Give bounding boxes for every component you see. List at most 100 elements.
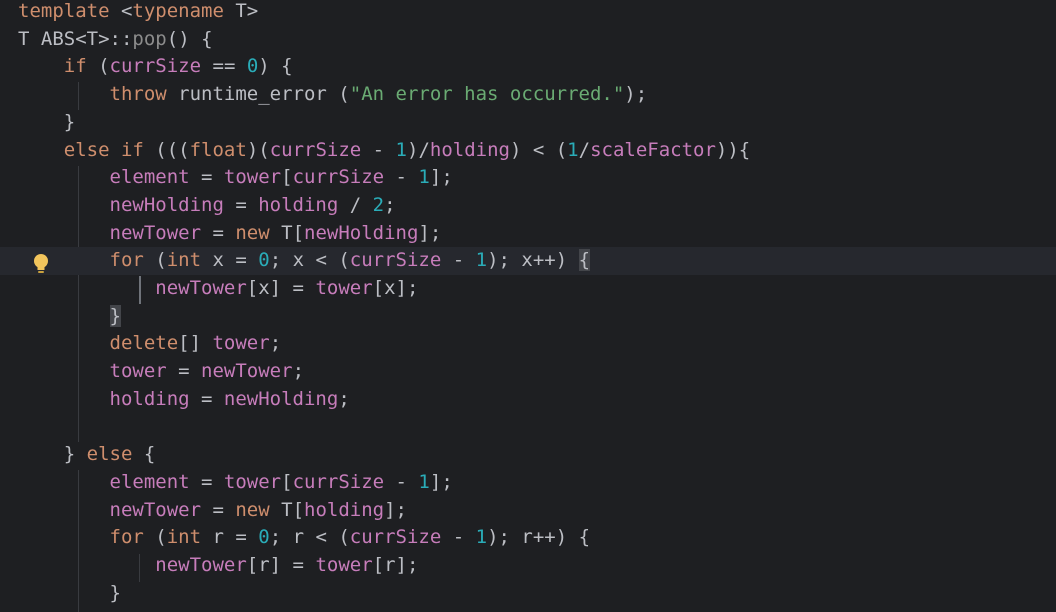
code-line-text[interactable]: template <typename T> bbox=[18, 0, 258, 26]
code-line[interactable]: } bbox=[0, 109, 1056, 137]
code-line[interactable]: newHolding = holding / 2; bbox=[0, 192, 1056, 220]
code-token: { bbox=[132, 443, 156, 466]
code-line-text[interactable]: for (int x = 0; x < (currSize - 1); x++)… bbox=[18, 247, 591, 275]
code-line[interactable]: newTower[x] = tower[x]; bbox=[0, 275, 1056, 303]
code-line[interactable]: T ABS<T>::pop() { bbox=[0, 26, 1056, 54]
code-line-text[interactable]: T ABS<T>::pop() { bbox=[18, 26, 213, 54]
code-line-text[interactable]: else if (((float)(currSize - 1)/holding)… bbox=[18, 137, 750, 165]
code-line[interactable]: for (int x = 0; x < (currSize - 1); x++)… bbox=[0, 247, 1056, 275]
code-token: ]; bbox=[384, 498, 407, 521]
code-line-text[interactable]: } else { bbox=[18, 441, 156, 469]
code-token: - bbox=[441, 526, 476, 549]
code-token: x = bbox=[201, 249, 259, 272]
code-token: element bbox=[109, 470, 190, 493]
code-line[interactable]: newTower = new T[holding]; bbox=[0, 497, 1056, 525]
code-token: = bbox=[189, 166, 224, 189]
code-line-text[interactable]: } bbox=[18, 580, 121, 608]
code-line[interactable] bbox=[0, 414, 1056, 442]
code-token: - bbox=[384, 166, 419, 189]
code-token: throw bbox=[109, 83, 167, 106]
code-token: new bbox=[235, 498, 270, 521]
code-line[interactable]: newTower = new T[newHolding]; bbox=[0, 220, 1056, 248]
code-line-text[interactable]: newTower = new T[newHolding]; bbox=[18, 220, 442, 248]
code-line-text[interactable]: holding = newHolding; bbox=[18, 386, 350, 414]
code-token: = bbox=[201, 498, 236, 521]
code-editor[interactable]: template <typename T> T ABS<T>::pop() { i… bbox=[0, 0, 1056, 612]
code-line-text[interactable]: if (currSize == 0) { bbox=[18, 53, 293, 81]
code-token: / bbox=[338, 193, 373, 216]
code-token: template bbox=[18, 0, 110, 22]
code-line[interactable]: } bbox=[0, 303, 1056, 331]
code-token: currSize bbox=[109, 55, 202, 78]
code-line-text[interactable]: newTower[r] = tower[r]; bbox=[18, 552, 418, 580]
code-token: scaleFactor bbox=[590, 138, 716, 161]
code-token: ); bbox=[624, 83, 648, 106]
code-line-text[interactable]: newTower[x] = tower[x]; bbox=[18, 275, 418, 303]
code-line[interactable]: delete[] tower; bbox=[0, 330, 1056, 358]
code-token: runtime_error ( bbox=[166, 83, 350, 106]
code-token: = bbox=[201, 221, 236, 244]
code-line-text[interactable]: newTower = new T[holding]; bbox=[18, 497, 407, 525]
lightbulb-icon[interactable] bbox=[32, 253, 50, 275]
code-line[interactable]: tower = newTower; bbox=[0, 358, 1056, 386]
code-token: ); x++) bbox=[487, 249, 579, 272]
code-token: 0 bbox=[258, 249, 270, 272]
code-token: = bbox=[189, 387, 224, 410]
code-token: newTower bbox=[201, 360, 293, 383]
code-token: [ bbox=[281, 166, 293, 189]
code-line-text[interactable]: throw runtime_error ("An error has occur… bbox=[18, 81, 648, 109]
code-token: tower bbox=[315, 277, 373, 299]
code-token: holding bbox=[304, 498, 385, 521]
code-line[interactable]: } bbox=[0, 580, 1056, 608]
code-token: newTower bbox=[109, 498, 202, 521]
code-line[interactable]: newTower[r] = tower[r]; bbox=[0, 552, 1056, 580]
code-token: newTower bbox=[155, 277, 247, 299]
code-token: 0 bbox=[258, 526, 270, 549]
code-line[interactable]: } else { bbox=[0, 441, 1056, 469]
code-token: - bbox=[361, 138, 396, 161]
code-line[interactable]: throw runtime_error ("An error has occur… bbox=[0, 81, 1056, 109]
code-token: 1 bbox=[418, 470, 430, 493]
code-token: ; bbox=[292, 360, 305, 383]
code-token: [ bbox=[281, 470, 293, 493]
code-token: holding bbox=[429, 138, 510, 161]
code-token: element bbox=[109, 166, 190, 189]
code-token: } bbox=[18, 110, 76, 133]
code-token: [r] = bbox=[246, 554, 316, 576]
code-line[interactable]: template <typename T> bbox=[0, 0, 1056, 26]
code-token: newTower bbox=[155, 554, 247, 576]
code-token: ; bbox=[384, 193, 396, 216]
code-token: tower bbox=[212, 332, 270, 355]
code-token: else if bbox=[63, 138, 144, 161]
code-token: new bbox=[235, 221, 270, 244]
code-line[interactable]: for (int r = 0; r < (currSize - 1); r++)… bbox=[0, 524, 1056, 552]
code-line-text[interactable]: } bbox=[18, 109, 75, 137]
code-line[interactable]: element = tower[currSize - 1]; bbox=[0, 164, 1056, 192]
code-line-text[interactable]: } bbox=[18, 303, 121, 331]
code-token: 0 bbox=[246, 55, 259, 78]
code-token: T bbox=[18, 27, 41, 50]
code-line[interactable]: element = tower[currSize - 1]; bbox=[0, 469, 1056, 497]
code-line[interactable]: if (currSize == 0) { bbox=[0, 53, 1056, 81]
code-line-text[interactable]: for (int r = 0; r < (currSize - 1); r++)… bbox=[18, 524, 591, 552]
code-line[interactable]: else if (((float)(currSize - 1)/holding)… bbox=[0, 137, 1056, 165]
code-token: ; bbox=[338, 387, 350, 410]
code-token: ABS bbox=[40, 27, 76, 50]
code-line-text[interactable]: tower = newTower; bbox=[18, 358, 305, 386]
code-token: float bbox=[189, 138, 247, 161]
code-token: < bbox=[109, 0, 133, 22]
code-token: tower bbox=[315, 554, 373, 576]
code-line-text[interactable]: delete[] tower; bbox=[18, 330, 282, 358]
code-line-text[interactable]: element = tower[currSize - 1]; bbox=[18, 469, 453, 497]
code-token: ) < ( bbox=[509, 138, 568, 161]
code-token: T[ bbox=[269, 221, 305, 244]
code-line[interactable]: holding = newHolding; bbox=[0, 386, 1056, 414]
code-line-text[interactable]: element = tower[currSize - 1]; bbox=[18, 164, 453, 192]
code-line-text[interactable]: newHolding = holding / 2; bbox=[18, 192, 396, 220]
code-token: tower bbox=[223, 470, 282, 493]
